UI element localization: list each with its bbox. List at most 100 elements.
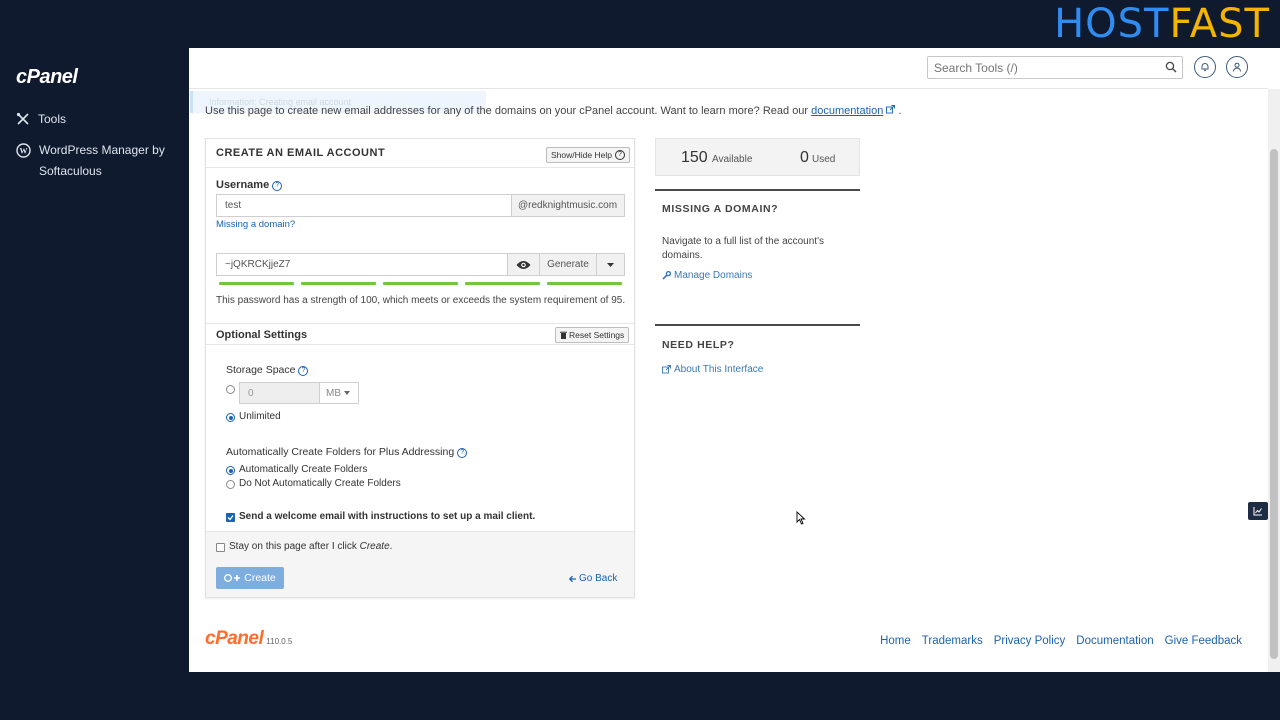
username-label-text: Username	[216, 179, 270, 191]
about-interface-link[interactable]: About This Interface	[662, 364, 763, 375]
footer-link-privacy[interactable]: Privacy Policy	[994, 635, 1066, 647]
used-label: Used	[812, 154, 836, 165]
eye-icon	[516, 260, 531, 269]
sidebar-item-label: WordPress Manager by Softaculous	[39, 143, 165, 178]
brand-part2: FAST	[1169, 1, 1270, 47]
documentation-link[interactable]: documentation	[811, 105, 883, 117]
generate-password-button[interactable]: Generate	[539, 253, 597, 276]
divider	[655, 189, 860, 191]
caret-down-icon	[607, 262, 614, 267]
optional-settings-title: Optional Settings	[216, 329, 308, 341]
sidebar-item-wordpress[interactable]: W WordPress Manager by Softaculous	[16, 140, 176, 182]
stay-label-em: Create	[359, 541, 390, 552]
user-icon	[1233, 62, 1241, 72]
storage-unit-select[interactable]: MB	[319, 382, 359, 404]
show-hide-help-button[interactable]: Show/Hide Help ?	[546, 147, 630, 163]
chart-icon	[1253, 507, 1262, 516]
scrollbar-thumb[interactable]	[1270, 149, 1278, 659]
unlimited-radio[interactable]	[226, 413, 235, 422]
mouse-cursor-icon	[796, 511, 806, 525]
help-icon[interactable]: ?	[298, 365, 309, 376]
sidebar: cPanel Tools W WordPress Manager by Soft…	[0, 48, 189, 672]
footer-link-feedback[interactable]: Give Feedback	[1165, 635, 1242, 647]
divider	[655, 324, 860, 326]
need-help-title: NEED HELP?	[662, 339, 735, 351]
username-input[interactable]: test	[216, 194, 512, 217]
search-input[interactable]	[928, 57, 1148, 78]
strength-segment	[465, 282, 540, 285]
storage-quota-input[interactable]: 0	[239, 382, 321, 404]
stay-on-page-label: Stay on this page after I click Create.	[229, 541, 392, 552]
top-band: HOSTFAST	[0, 0, 1280, 48]
welcome-email-label: Send a welcome email with instructions t…	[239, 511, 536, 522]
password-strength-note: This password has a strength of 100, whi…	[216, 295, 626, 306]
hostfast-logo: HOSTFAST	[1054, 2, 1270, 46]
intro-end: .	[898, 105, 902, 117]
top-header	[189, 48, 1268, 89]
caret-down-icon	[344, 391, 350, 395]
bottom-band	[0, 672, 1280, 720]
notifications-button[interactable]	[1194, 56, 1216, 78]
stats-toggle-button[interactable]	[1248, 502, 1268, 520]
reset-settings-button[interactable]: Reset Settings	[555, 327, 630, 343]
footer-link-documentation[interactable]: Documentation	[1076, 635, 1153, 647]
arrow-left-icon	[569, 575, 576, 582]
storage-limit-radio[interactable]	[226, 385, 235, 394]
manage-domains-label: Manage Domains	[674, 270, 753, 281]
welcome-email-checkbox[interactable]	[226, 513, 235, 522]
footer-link-trademarks[interactable]: Trademarks	[922, 635, 983, 647]
intro-text: Use this page to create new email addres…	[205, 105, 902, 117]
auto-create-folders-radio[interactable]	[226, 466, 235, 475]
unlimited-label: Unlimited	[239, 411, 281, 422]
strength-segment	[547, 282, 622, 285]
wordpress-icon: W	[16, 143, 31, 158]
user-menu-button[interactable]	[1226, 56, 1248, 78]
search-box	[927, 56, 1183, 79]
external-link-icon	[662, 365, 671, 374]
scrollbar[interactable]	[1268, 89, 1280, 672]
footer-logo: cPanel 110.0.5	[205, 628, 292, 650]
search-icon[interactable]	[1165, 61, 1177, 73]
strength-segment	[301, 282, 376, 285]
main-content: Information: Creating email account Use …	[189, 48, 1280, 672]
optional-settings-header: Optional Settings Reset Settings	[206, 323, 634, 345]
version-label: 110.0.5	[266, 637, 293, 646]
footer-link-home[interactable]: Home	[880, 635, 911, 647]
generate-options-dropdown[interactable]	[596, 253, 625, 276]
no-auto-create-folders-label: Do Not Automatically Create Folders	[239, 478, 401, 489]
cpanel-logo[interactable]: cPanel	[16, 66, 78, 89]
add-user-icon	[224, 574, 241, 582]
available-count: 150	[681, 149, 708, 166]
no-auto-create-folders-radio[interactable]	[226, 480, 235, 489]
bell-icon	[1201, 63, 1209, 72]
stay-on-page-checkbox[interactable]	[216, 543, 225, 552]
missing-domain-link[interactable]: Missing a domain?	[216, 219, 295, 230]
footer-cpanel-logo: cPanel	[205, 628, 264, 649]
go-back-link[interactable]: Go Back	[569, 573, 617, 584]
checkmark-icon	[227, 515, 234, 521]
stay-label-post: .	[389, 541, 393, 552]
plus-addressing-label: Automatically Create Folders for Plus Ad…	[226, 446, 468, 458]
strength-segment	[219, 282, 294, 285]
help-icon[interactable]: ?	[457, 447, 468, 458]
external-link-icon	[886, 105, 896, 114]
manage-domains-link[interactable]: Manage Domains	[662, 270, 752, 281]
svg-text:W: W	[20, 147, 28, 156]
panel-title: CREATE AN EMAIL ACCOUNT	[216, 147, 386, 159]
password-input[interactable]: ~jQKRCKjjeZ7	[216, 253, 508, 276]
create-label: Create	[244, 572, 276, 584]
username-label: Username?	[216, 179, 283, 191]
auto-create-folders-label: Automatically Create Folders	[239, 464, 368, 475]
question-icon: ?	[614, 150, 625, 160]
create-button[interactable]: Create	[216, 567, 284, 589]
sidebar-item-label: Tools	[38, 112, 67, 126]
domain-select[interactable]: @redknightmusic.com	[511, 194, 625, 217]
show-password-button[interactable]	[507, 253, 540, 276]
missing-domain-text: Navigate to a full list of the account's…	[662, 236, 824, 261]
sidebar-item-tools[interactable]: Tools	[16, 109, 66, 130]
strength-segment	[383, 282, 458, 285]
intro-text-body: Use this page to create new email addres…	[205, 105, 809, 117]
help-icon[interactable]: ?	[272, 180, 283, 191]
available-label: Available	[712, 154, 753, 165]
storage-space-text: Storage Space	[226, 364, 296, 376]
